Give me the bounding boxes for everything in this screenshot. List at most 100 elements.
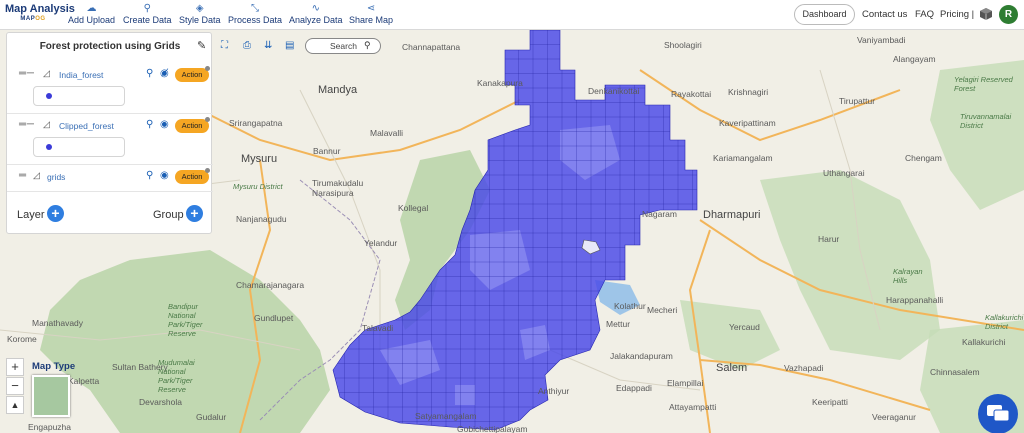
faq-link[interactable]: FAQ <box>915 9 934 20</box>
chart-line-icon: ∿ <box>311 3 320 14</box>
cube-icon[interactable] <box>979 7 993 21</box>
add-layer-button[interactable]: + <box>47 205 64 222</box>
edit-pencil-icon[interactable]: ✎ <box>197 39 206 52</box>
place-label: Talavadi <box>362 323 394 333</box>
layer-style-swatch[interactable] <box>33 137 125 157</box>
pricing-link[interactable]: Pricing | <box>940 9 974 20</box>
chat-support-button[interactable] <box>978 394 1018 433</box>
nav-process-data[interactable]: ⤡ Process Data <box>228 3 282 25</box>
forest-region-east <box>760 170 940 360</box>
place-label: Engapuzha <box>28 422 72 432</box>
zoom-in-button[interactable]: + <box>6 358 24 376</box>
action-button[interactable]: Action <box>175 170 209 184</box>
region-label: Mysuru District <box>233 182 283 191</box>
group-label: Group <box>153 209 184 221</box>
search-input[interactable]: Search ⚲ <box>305 38 381 54</box>
top-navigation-bar: Map Analysis MAPOG ☁ Add Upload ⚲ Create… <box>0 0 1024 30</box>
region-label: Mudumalai National Park/Tiger Reserve <box>158 358 195 394</box>
region-label: Tiruvannamalai District <box>960 112 1012 130</box>
layer-row-grids[interactable]: ═ ◿ grids ⚲ ◉ Action <box>7 168 213 187</box>
drag-handle-icon[interactable]: ═ <box>19 170 26 181</box>
status-dot <box>205 66 210 71</box>
place-label: Tirupattur <box>839 96 876 106</box>
drag-handle-icon[interactable]: ═ ─ <box>19 119 34 130</box>
place-label: Harappanahalli <box>886 295 944 305</box>
cloud-upload-icon: ☁ <box>86 3 97 14</box>
logo-subtitle: MAPOG <box>20 16 46 22</box>
eye-icon[interactable]: ◉ <box>160 170 169 181</box>
nav-share-map[interactable]: ⋖ Share Map <box>349 3 393 25</box>
place-label: Kollegal <box>398 203 429 213</box>
layer-row-india-forest[interactable]: ═ ─ ◿ India_forest ⚲ ◉̸ Action <box>7 66 213 85</box>
place-label: Salem <box>716 362 748 374</box>
nav-add-upload[interactable]: ☁ Add Upload <box>68 3 115 25</box>
place-label: Veeraganur <box>872 412 916 422</box>
map-type-thumbnail[interactable] <box>32 375 70 417</box>
place-label: Edappadi <box>616 383 652 393</box>
zoom-to-layer-icon[interactable]: ⚲ <box>146 170 153 181</box>
polygon-icon: ◿ <box>43 68 50 78</box>
layer-name[interactable]: India_forest <box>59 70 103 80</box>
nav-label: Style Data <box>179 15 221 25</box>
place-label: Srirangapatna <box>229 118 283 128</box>
layer-name[interactable]: Clipped_forest <box>59 121 114 131</box>
nav-label: Process Data <box>228 15 283 25</box>
place-label: Denkanikottai <box>588 86 640 96</box>
layer-name[interactable]: grids <box>47 172 65 182</box>
nav-create-data[interactable]: ⚲ Create Data <box>123 3 172 25</box>
place-label: Satyamangalam <box>415 411 477 421</box>
region-label: Kallakurichi District <box>985 313 1024 331</box>
place-label: Kolathur <box>614 301 646 311</box>
map-type-label: Map Type <box>32 361 76 372</box>
place-label: Jalakandapuram <box>610 351 673 361</box>
eye-off-icon[interactable]: ◉̸ <box>160 68 169 79</box>
place-label: Attayampatti <box>669 402 717 412</box>
contact-us-link[interactable]: Contact us <box>862 9 907 20</box>
nav-label: Share Map <box>349 15 394 25</box>
place-label: Harur <box>818 234 840 244</box>
compass-icon[interactable]: ▲ <box>6 396 24 414</box>
add-group-button[interactable]: + <box>186 205 203 222</box>
location-pin-icon: ⚲ <box>143 3 151 14</box>
place-label: Yercaud <box>729 322 760 332</box>
layer-label: Layer <box>17 209 45 221</box>
place-label: Mysuru <box>241 153 278 165</box>
action-button[interactable]: Action <box>175 119 209 133</box>
color-dot <box>46 93 52 99</box>
polygon-icon: ◿ <box>43 119 50 129</box>
fullscreen-icon[interactable]: ⛶ <box>221 40 228 51</box>
divider <box>7 191 213 192</box>
dashboard-button[interactable]: Dashboard <box>794 4 855 25</box>
zoom-out-button[interactable]: − <box>6 377 24 395</box>
place-label: Chengam <box>905 153 942 163</box>
place-label: Kaveripattinam <box>719 118 776 128</box>
place-label: Gobichettipalayam <box>457 424 528 433</box>
action-button[interactable]: Action <box>175 68 209 82</box>
user-avatar[interactable]: R <box>999 5 1018 24</box>
print-icon[interactable]: ⎙ <box>243 40 251 51</box>
place-label: Gudalur <box>196 412 227 422</box>
place-label: Korome <box>7 334 37 344</box>
place-label: Nanjanagudu <box>236 214 287 224</box>
place-label: Nagaram <box>642 209 677 219</box>
nav-analyze-data[interactable]: ∿ Analyze Data <box>289 3 343 25</box>
nav-label: Create Data <box>123 15 172 25</box>
status-dot <box>205 117 210 122</box>
zoom-to-layer-icon[interactable]: ⚲ <box>146 119 153 130</box>
zoom-to-layer-icon[interactable]: ⚲ <box>146 68 153 79</box>
place-label: Kariamangalam <box>713 153 773 163</box>
status-dot <box>205 168 210 173</box>
drag-handle-icon[interactable]: ═ ─ <box>19 68 34 79</box>
comment-icon[interactable]: ▤ <box>285 40 294 51</box>
place-label: Alangayam <box>893 54 936 64</box>
layer-row-clipped-forest[interactable]: ═ ─ ◿ Clipped_forest ⚲ ◉ Action <box>7 117 213 136</box>
polygon-icon: ◿ <box>33 170 40 180</box>
place-label: Kanakapura <box>477 78 523 88</box>
place-label: Devarshola <box>139 397 182 407</box>
layer-style-swatch[interactable] <box>33 86 125 106</box>
measure-icon[interactable]: ⇊ <box>264 40 272 51</box>
place-label: Dharmapuri <box>703 209 761 221</box>
eye-icon[interactable]: ◉ <box>160 119 169 130</box>
nav-style-data[interactable]: ◈ Style Data <box>179 3 221 25</box>
app-logo[interactable]: Map Analysis MAPOG <box>5 3 75 22</box>
